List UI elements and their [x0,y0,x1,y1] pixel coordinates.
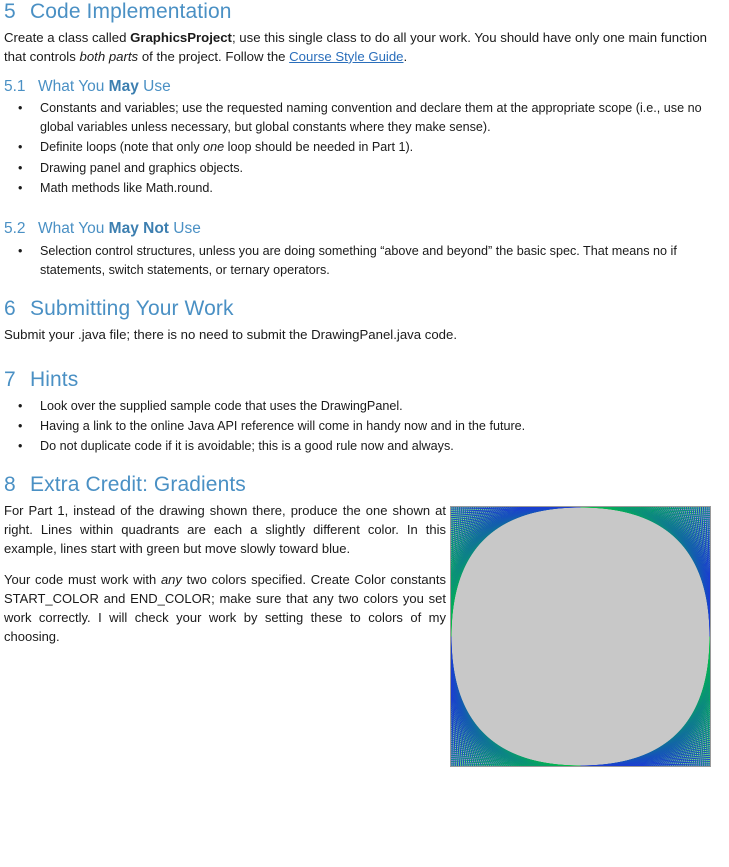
section-number-5-2: 5.2 [4,219,26,237]
section-8-content: For Part 1, instead of the drawing shown… [4,502,711,768]
section-5-1-bullet-list: • Constants and variables; use the reques… [4,99,711,198]
section-title-5: Code Implementation [30,0,232,23]
list-item-text-2: loop should be needed in Part 1). [224,140,414,155]
list-item-text: Math methods like Math.round. [40,180,213,195]
section-number-6: 6 [4,296,16,320]
section-heading-6: 6 Submitting Your Work [4,297,711,321]
course-style-guide-link[interactable]: Course Style Guide [289,49,403,64]
section-heading-5-2: 5.2 What You May Not Use [4,220,711,239]
section-heading-5-1: 5.1 What You May Use [4,78,711,97]
section-6-paragraph: Submit your .java file; there is no need… [4,326,458,342]
p5-text-4: . [403,48,408,64]
s51-title-prefix: What You [38,77,109,95]
list-item: • Having a link to the online Java API re… [4,417,711,436]
bullet-icon: • [18,418,23,433]
list-item: • Constants and variables; use the reques… [4,99,711,137]
section-heading-7: 7 Hints [4,368,711,392]
s52-title-bold: May Not [108,219,169,237]
list-item-text: Do not duplicate code if it is avoidable… [40,439,454,454]
bullet-icon: • [18,160,23,175]
list-item: • Do not duplicate code if it is avoidabl… [4,437,711,456]
list-item: • Drawing panel and graphics objects. [4,159,711,178]
section-5-paragraph: Create a class called GraphicsProject; u… [4,29,711,66]
bullet-icon: • [18,398,23,413]
list-item-text: Selection control structures, unless you… [40,243,677,277]
list-item-text: Definite loops (note that only [40,140,204,155]
section-title-8: Extra Credit: Gradients [30,473,246,497]
bullet-icon: • [18,101,23,116]
section-heading-8: 8 Extra Credit: Gradients [4,473,711,497]
section-7-bullet-list: • Look over the supplied sample code that… [4,397,711,456]
list-item: • Look over the supplied sample code that… [4,397,711,416]
section-heading-5: 5 Code Implementation [4,0,711,24]
p5-italic-bothparts: both parts [79,48,139,64]
gradient-line-art-svg [451,507,710,767]
section-number-7: 7 [4,367,16,391]
section-number-5: 5 [4,0,16,23]
p8-italic-any: any [160,572,182,588]
s51-title-suffix: Use [138,77,171,95]
list-item-text: Drawing panel and graphics objects. [40,160,244,175]
section-8-text-column: For Part 1, instead of the drawing shown… [4,502,446,647]
bullet-icon: • [18,180,23,195]
list-item-text: Look over the supplied sample code that … [40,398,403,413]
p8-text-1: Your code must work with [4,572,161,588]
section-5-2-bullet-list: • Selection control structures, unless yo… [4,242,711,280]
list-item: • Selection control structures, unless yo… [4,242,711,280]
section-number-8: 8 [4,473,16,497]
section-8-paragraph-2: Your code must work with any two colors … [4,571,446,647]
p5-text-3: of the project. Follow the [138,48,290,64]
gradient-drawing-figure [450,506,711,768]
list-item-italic: one [203,140,225,155]
s52-title-prefix: What You [38,219,109,237]
bullet-icon: • [18,140,23,155]
list-item: • Definite loops (note that only one loop… [4,138,711,157]
list-item: • Math methods like Math.round. [4,179,711,198]
list-item-text: Constants and variables; use the request… [40,101,702,135]
s52-title-suffix: Use [168,219,201,237]
document-page: 5 Code Implementation Create a class call… [0,0,729,867]
p5-bold-graphicsproject: GraphicsProject [130,30,232,46]
list-item-text: Having a link to the online Java API ref… [40,418,526,433]
s51-title-bold: May [108,77,139,95]
bullet-icon: • [18,439,23,454]
section-title-6: Submitting Your Work [30,296,234,320]
section-title-7: Hints [30,367,79,391]
bullet-icon: • [18,243,23,258]
section-8-paragraph-1: For Part 1, instead of the drawing shown… [4,503,446,557]
section-number-5-1: 5.1 [4,77,26,95]
p5-text-1: Create a class called [4,30,131,46]
